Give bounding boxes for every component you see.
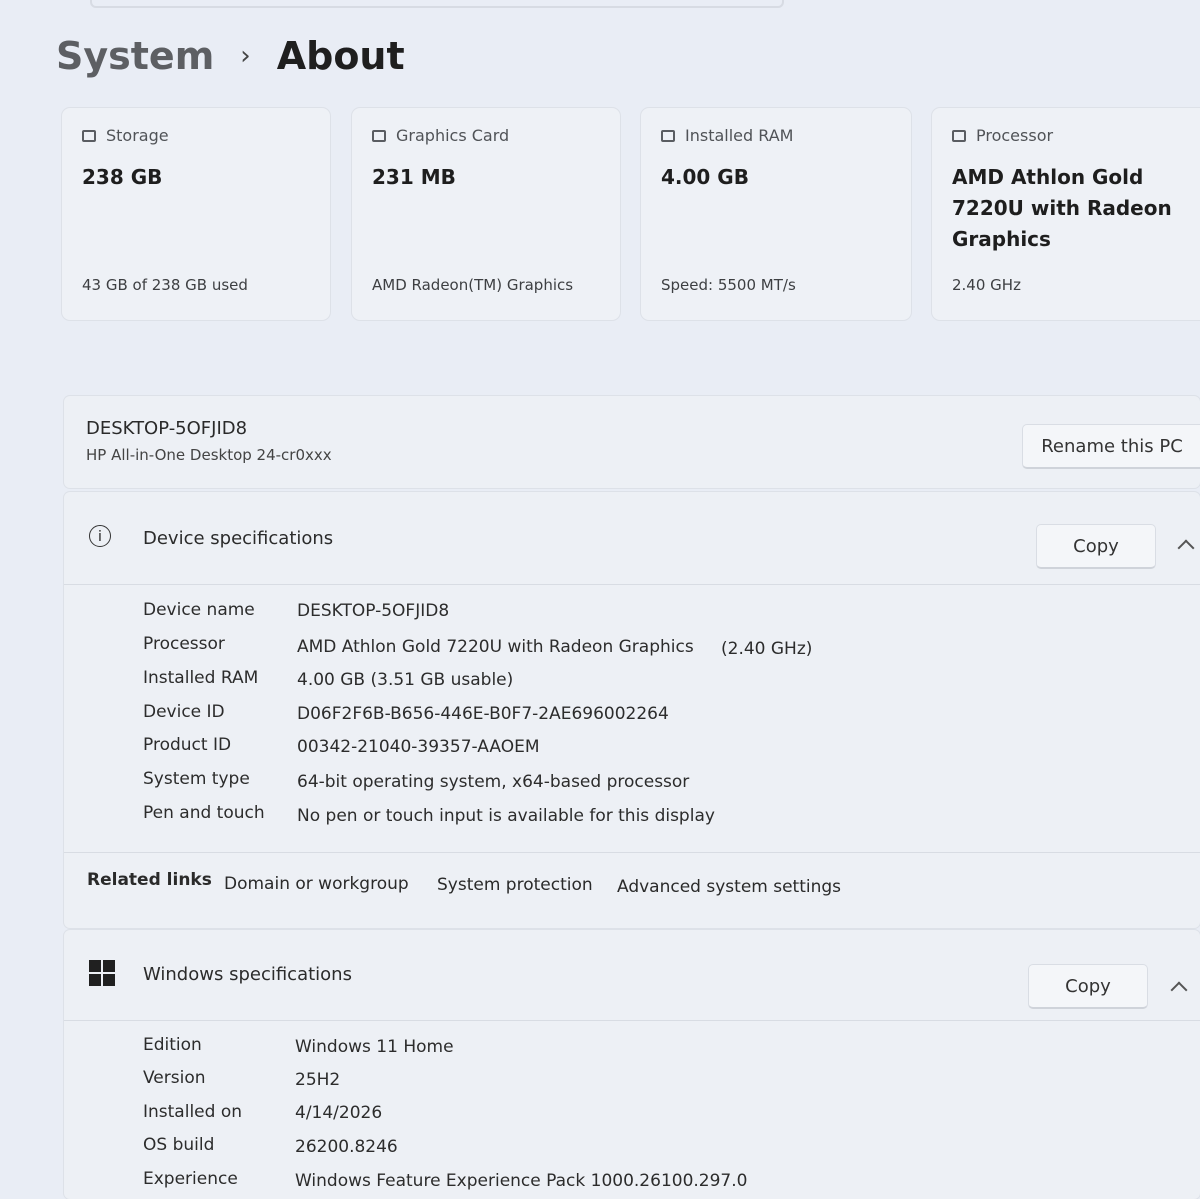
window-top-edge [90,0,784,8]
win-value-version: 25H2 [295,1070,341,1090]
processor-speed: 2.40 GHz [952,276,1021,294]
storage-label: Storage [106,126,169,145]
spec-label-system-type: System type [143,769,250,789]
spec-label-device-id: Device ID [143,702,225,722]
divider [64,584,1200,585]
advanced-system-settings-link[interactable]: Advanced system settings [617,877,841,897]
pc-model: HP All-in-One Desktop 24-cr0xxx [86,446,332,464]
graphics-label: Graphics Card [396,126,510,145]
spec-value-processor: AMD Athlon Gold 7220U with Radeon Graphi… [297,637,694,657]
breadcrumb-system-link[interactable]: System [56,34,214,78]
windows-logo-icon [89,960,115,986]
spec-value-processor-speed: (2.40 GHz) [721,639,813,659]
ram-label: Installed RAM [685,126,794,145]
breadcrumb-separator: › [240,41,251,71]
win-value-installed-on: 4/14/2026 [295,1103,383,1123]
spec-value-pen-and-touch: No pen or touch input is available for t… [297,806,715,826]
info-icon: i [89,525,111,547]
domain-or-workgroup-link[interactable]: Domain or workgroup [224,874,409,894]
system-protection-link[interactable]: System protection [437,875,593,895]
spec-value-product-id: 00342-21040-39357-AAOEM [297,737,540,757]
storage-icon [82,129,96,142]
win-value-experience: Windows Feature Experience Pack 1000.261… [295,1171,748,1191]
spec-value-system-type: 64-bit operating system, x64-based proce… [297,772,690,792]
spec-label-pen-and-touch: Pen and touch [143,803,265,823]
processor-value: AMD Athlon Gold 7220U with Radeon Graphi… [952,165,1172,251]
ram-card[interactable]: Installed RAM 4.00 GB Speed: 5500 MT/s [641,108,911,320]
win-label-edition: Edition [143,1035,202,1055]
processor-icon [952,129,966,142]
divider [64,1020,1200,1021]
processor-card[interactable]: Processor AMD Athlon Gold 7220U with Rad… [932,108,1200,320]
win-label-version: Version [143,1068,206,1088]
windows-specs-copy-button[interactable]: Copy [1028,964,1148,1009]
spec-label-installed-ram: Installed RAM [143,668,259,688]
ram-value: 4.00 GB [661,165,749,189]
processor-label: Processor [976,126,1054,145]
storage-usage: 43 GB of 238 GB used [82,276,248,294]
windows-specs-title: Windows specifications [143,964,352,985]
rename-pc-button[interactable]: Rename this PC [1022,424,1200,469]
divider [64,852,1200,853]
device-specs-copy-button[interactable]: Copy [1036,524,1156,569]
pc-name: DESKTOP-5OFJID8 [86,418,248,439]
win-label-os-build: OS build [143,1135,215,1155]
storage-value: 238 GB [82,165,163,189]
spec-label-processor: Processor [143,634,225,654]
spec-value-device-name: DESKTOP-5OFJID8 [297,601,450,621]
page-title: About [276,34,405,78]
graphics-name: AMD Radeon(TM) Graphics [372,276,574,294]
spec-value-installed-ram: 4.00 GB (3.51 GB usable) [297,670,514,690]
graphics-card[interactable]: Graphics Card 231 MB AMD Radeon(TM) Grap… [352,108,620,320]
spec-label-device-name: Device name [143,600,255,620]
win-label-experience: Experience [143,1169,238,1189]
ram-icon [661,129,675,142]
win-value-os-build: 26200.8246 [295,1137,398,1157]
spec-value-device-id: D06F2F6B-B656-446E-B0F7-2AE696002264 [297,704,669,724]
win-label-installed-on: Installed on [143,1102,243,1122]
storage-card[interactable]: Storage 238 GB 43 GB of 238 GB used [62,108,330,320]
graphics-value: 231 MB [372,165,456,189]
related-links-title: Related links [87,870,212,890]
device-specs-title: Device specifications [143,528,334,549]
spec-label-product-id: Product ID [143,735,232,755]
ram-speed: Speed: 5500 MT/s [661,276,796,294]
breadcrumb: System › About [56,28,405,84]
graphics-card-icon [372,129,386,142]
win-value-edition: Windows 11 Home [295,1037,454,1057]
